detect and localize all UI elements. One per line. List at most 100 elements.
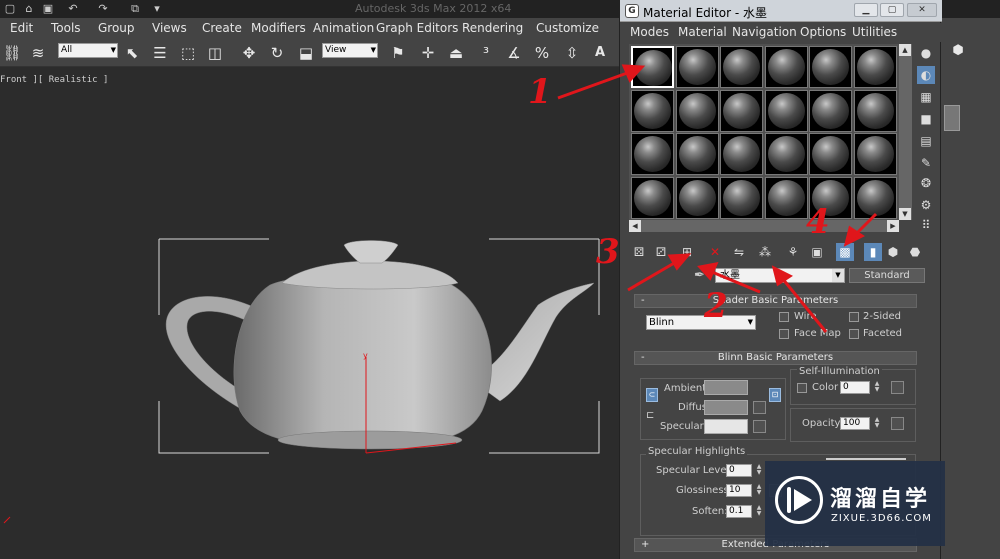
sample-slot[interactable] bbox=[675, 46, 719, 88]
sample-slot[interactable] bbox=[853, 133, 897, 175]
reset-map-icon[interactable]: ✕ bbox=[706, 243, 724, 261]
menu-views[interactable]: Views bbox=[152, 21, 187, 35]
self-illum-color-checkbox[interactable] bbox=[797, 383, 807, 393]
viewport-front[interactable]: Front ][ Realistic ] y bbox=[0, 67, 620, 559]
window-crossing-icon[interactable]: ◫ bbox=[205, 43, 225, 63]
select-by-name-icon[interactable]: ☰ bbox=[150, 43, 170, 63]
make-material-copy-icon[interactable]: ⇋ bbox=[730, 243, 748, 261]
close-button[interactable]: ✕ bbox=[907, 3, 937, 17]
sample-slot[interactable] bbox=[631, 176, 674, 219]
viewcube-icon[interactable] bbox=[944, 105, 960, 131]
specular-level-spinner[interactable]: ▲ ▼ bbox=[754, 464, 764, 477]
sample-slot[interactable] bbox=[809, 46, 852, 88]
keyboard-shortcut-override-icon[interactable]: ⏏ bbox=[446, 43, 466, 63]
angle-snap-icon[interactable]: ∡ bbox=[504, 43, 524, 63]
select-manipulate-icon[interactable]: ✛ bbox=[418, 43, 438, 63]
menu-rendering[interactable]: Rendering bbox=[462, 21, 523, 35]
menu-material[interactable]: Material bbox=[678, 25, 727, 39]
sample-slot[interactable] bbox=[764, 46, 808, 88]
assign-material-to-selection-icon[interactable]: ⊞ bbox=[678, 243, 696, 261]
selection-filter-dropdown[interactable]: All ▼ bbox=[58, 43, 118, 58]
faceted-checkbox[interactable] bbox=[849, 329, 859, 339]
menu-graph-editors[interactable]: Graph Editors bbox=[376, 21, 458, 35]
menu-modifiers[interactable]: Modifiers bbox=[251, 21, 306, 35]
video-color-check-icon[interactable]: ▤ bbox=[917, 132, 935, 150]
reference-coord-dropdown[interactable]: View ▼ bbox=[322, 43, 378, 58]
sample-slot[interactable] bbox=[675, 133, 719, 175]
create-panel-icon[interactable]: ⬢ bbox=[948, 41, 968, 61]
go-forward-to-sibling-icon[interactable]: ⬣ bbox=[906, 243, 924, 261]
pick-material-from-object-icon[interactable]: ✒ bbox=[694, 268, 705, 283]
glossiness-field[interactable]: 10 bbox=[726, 484, 752, 497]
make-preview-icon[interactable]: ✎ bbox=[917, 154, 935, 172]
sample-slot[interactable] bbox=[675, 176, 719, 219]
two-sided-checkbox[interactable] bbox=[849, 312, 859, 322]
lock-diffuse-map-icon[interactable]: ⊡ bbox=[769, 388, 781, 402]
save-icon[interactable]: ▣ bbox=[41, 2, 55, 15]
sample-slot[interactable] bbox=[764, 133, 808, 175]
sample-slot[interactable] bbox=[631, 46, 674, 88]
project-folder-icon[interactable]: ⧉ bbox=[128, 2, 142, 15]
opacity-field[interactable]: 100 bbox=[840, 417, 870, 430]
background-checker-icon[interactable]: ▦ bbox=[917, 88, 935, 106]
backlight-icon[interactable]: ◐ bbox=[917, 66, 935, 84]
ambient-color-swatch[interactable] bbox=[704, 380, 748, 395]
lock-ambient-diffuse-icon[interactable]: ⊂ bbox=[646, 388, 658, 402]
scroll-down-icon[interactable]: ▼ bbox=[899, 208, 911, 220]
specular-color-swatch[interactable] bbox=[704, 419, 748, 434]
sample-slot[interactable] bbox=[631, 133, 674, 175]
sample-slot[interactable] bbox=[764, 176, 808, 219]
sample-grid-horizontal-scrollbar[interactable]: ◀ ▶ bbox=[629, 220, 899, 232]
material-name-field[interactable]: 水墨 ▼ bbox=[715, 268, 845, 283]
sample-slot[interactable] bbox=[675, 89, 719, 132]
menu-navigation[interactable]: Navigation bbox=[732, 25, 797, 39]
maximize-button[interactable]: ▢ bbox=[880, 3, 904, 17]
sample-slot[interactable] bbox=[809, 89, 852, 132]
sample-slot[interactable] bbox=[853, 46, 897, 88]
put-material-to-scene-icon[interactable]: ⚂ bbox=[652, 243, 670, 261]
sample-uv-tiling-icon[interactable]: ■ bbox=[917, 110, 935, 128]
sample-slot[interactable] bbox=[720, 176, 763, 219]
menu-customize[interactable]: Customize bbox=[536, 21, 599, 35]
menu-tools[interactable]: Tools bbox=[51, 21, 81, 35]
sample-slot[interactable] bbox=[853, 89, 897, 132]
go-to-parent-icon[interactable]: ⬢ bbox=[884, 243, 902, 261]
sample-slot[interactable] bbox=[720, 89, 763, 132]
scale-icon[interactable]: ⬓ bbox=[296, 43, 316, 63]
pivot-center-icon[interactable]: ⚑ bbox=[388, 43, 408, 63]
minimize-button[interactable]: ▁ bbox=[854, 3, 878, 17]
open-file-icon[interactable]: ⌂ bbox=[22, 2, 36, 15]
redo-icon[interactable]: ↷ bbox=[96, 2, 110, 15]
move-icon[interactable]: ✥ bbox=[239, 43, 259, 63]
opacity-spinner[interactable]: ▲ ▼ bbox=[872, 417, 882, 430]
select-object-icon[interactable]: ⬉ bbox=[122, 43, 142, 63]
rotate-icon[interactable]: ↻ bbox=[267, 43, 287, 63]
material-editor-titlebar[interactable]: G Material Editor - 水墨 ▁ ▢ ✕ bbox=[620, 0, 942, 22]
self-illum-value-field[interactable]: 0 bbox=[840, 381, 870, 394]
bind-space-warp-icon[interactable]: ≋ bbox=[28, 43, 48, 63]
spinner-snap-icon[interactable]: ⇳ bbox=[562, 43, 582, 63]
sample-grid-vertical-scrollbar[interactable]: ▲ ▼ bbox=[899, 44, 912, 220]
snaps-toggle-icon[interactable]: ³ bbox=[476, 43, 496, 63]
sample-slot[interactable] bbox=[809, 133, 852, 175]
wire-checkbox[interactable] bbox=[779, 312, 789, 322]
opacity-map-button[interactable] bbox=[891, 417, 904, 430]
rectangular-selection-icon[interactable]: ⬚ bbox=[178, 43, 198, 63]
menu-utilities[interactable]: Utilities bbox=[852, 25, 897, 39]
scroll-up-icon[interactable]: ▲ bbox=[899, 44, 911, 56]
menu-edit[interactable]: Edit bbox=[10, 21, 33, 35]
sample-slot[interactable] bbox=[764, 89, 808, 132]
self-illum-map-button[interactable] bbox=[891, 381, 904, 394]
sample-slot[interactable] bbox=[720, 133, 763, 175]
soften-spinner[interactable]: ▲ ▼ bbox=[754, 505, 764, 518]
sample-type-icon[interactable]: ● bbox=[917, 44, 935, 62]
specular-map-button[interactable] bbox=[753, 420, 766, 433]
percent-snap-icon[interactable]: % bbox=[532, 43, 552, 63]
show-end-result-icon[interactable]: ▮ bbox=[864, 243, 882, 261]
shader-basic-rollout-header[interactable]: - Shader Basic Parameters bbox=[634, 294, 917, 308]
link-icon[interactable]: ⛓ bbox=[2, 43, 22, 63]
edit-named-selection-icon[interactable]: A bbox=[590, 43, 610, 63]
blinn-basic-rollout-header[interactable]: - Blinn Basic Parameters bbox=[634, 351, 917, 365]
show-map-in-viewport-icon[interactable]: ▩ bbox=[836, 243, 854, 261]
diffuse-map-button[interactable] bbox=[753, 401, 766, 414]
